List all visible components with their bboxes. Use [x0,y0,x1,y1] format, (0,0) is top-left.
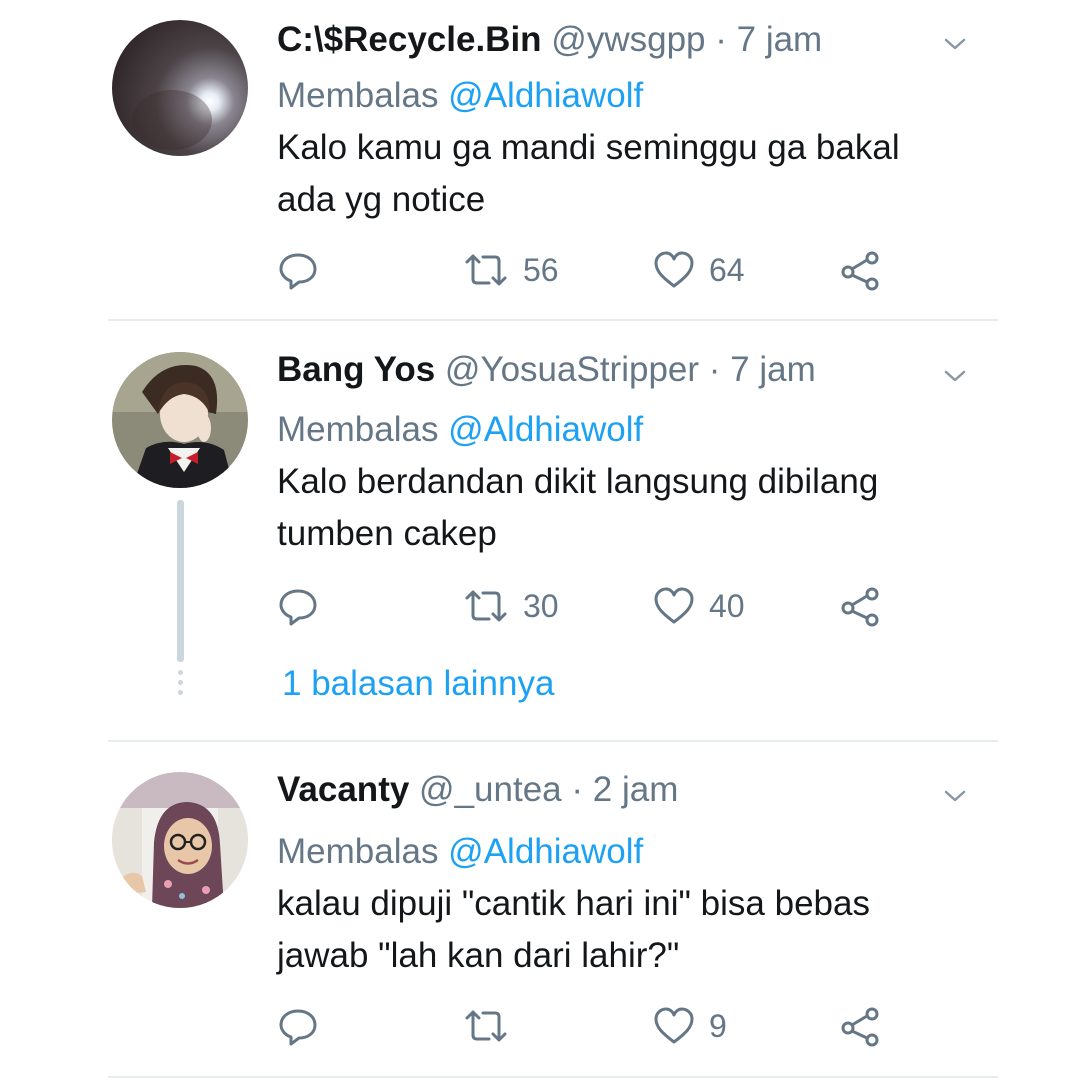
reply-prefix: Membalas [277,832,449,871]
display-name[interactable]: Vacanty [277,770,409,809]
like-count: 64 [709,252,745,288]
like-count: 9 [709,1008,727,1044]
reply-prefix: Membalas [277,410,449,449]
chevron-down-icon[interactable] [940,34,970,54]
retweet-count: 30 [523,588,559,624]
mention-link[interactable]: @Aldhiawolf [448,832,643,871]
separator-dot: · [708,350,721,389]
reply-button[interactable] [277,248,319,292]
retweet-icon [465,254,507,286]
avatar[interactable] [112,772,248,908]
tweet-text: kalau dipuji "cantik hari ini" bisa beba… [277,884,870,975]
mention-link[interactable]: @Aldhiawolf [448,410,643,449]
chevron-down-icon[interactable] [940,366,970,386]
tweet[interactable]: C:\$Recycle.Bin @ywsgpp · 7 jam Membalas… [0,0,1080,320]
separator-dot: · [715,20,727,59]
separator-dot: · [571,770,584,809]
reply-icon [279,1009,317,1046]
chevron-down-icon[interactable] [940,786,970,806]
reply-context: Membalas @Aldhiawolf [277,832,643,872]
reply-icon [279,589,317,626]
like-button[interactable]: 9 [653,1004,727,1048]
share-icon [841,587,879,627]
like-count: 40 [709,588,745,624]
timestamp[interactable]: 2 jam [593,770,679,809]
share-icon [841,1007,879,1047]
divider [108,319,998,321]
tweet-text: Kalo berdandan dikit langsung dibilang t… [277,462,879,553]
user-handle[interactable]: @YosuaStripper [445,350,699,389]
timestamp[interactable]: 7 jam [730,350,816,389]
thread-dot [178,690,183,695]
tweet-actions: 9 [277,1004,897,1048]
like-icon [654,1007,694,1044]
retweet-button[interactable]: 30 [463,584,559,628]
share-button[interactable] [839,1004,883,1048]
retweet-button[interactable]: 56 [463,248,559,292]
mention-link[interactable]: @Aldhiawolf [448,76,643,115]
share-button[interactable] [839,584,883,628]
reply-context: Membalas @Aldhiawolf [277,76,643,116]
reply-button[interactable] [277,1004,319,1048]
retweet-button[interactable] [463,1004,523,1048]
avatar[interactable] [112,352,248,488]
user-handle[interactable]: @_untea [419,770,562,809]
retweet-icon [465,590,507,622]
reply-prefix: Membalas [277,76,449,115]
tweet-actions: 30 40 [277,584,897,628]
like-icon [654,587,694,624]
share-button[interactable] [839,248,883,292]
display-name[interactable]: C:\$Recycle.Bin [277,20,542,59]
like-icon [654,251,694,288]
tweet-header: C:\$Recycle.Bin @ywsgpp · 7 jam [277,20,822,60]
display-name[interactable]: Bang Yos [277,350,435,389]
user-handle[interactable]: @ywsgpp [551,20,705,59]
share-icon [841,251,879,291]
tweet[interactable]: Bang Yos @YosuaStripper · 7 jam Membalas… [0,322,1080,740]
tweet-text: Kalo kamu ga mandi seminggu ga bakal ada… [277,128,900,219]
retweet-count: 56 [523,252,559,288]
like-button[interactable]: 40 [653,584,745,628]
tweet-header: Bang Yos @YosuaStripper · 7 jam [277,350,816,390]
avatar[interactable] [112,20,248,156]
reply-button[interactable] [277,584,319,628]
reply-icon [279,253,317,290]
thread-dot [178,680,183,685]
tweet-header: Vacanty @_untea · 2 jam [277,770,678,810]
more-replies-link[interactable]: 1 balasan lainnya [282,664,554,704]
reply-context: Membalas @Aldhiawolf [277,410,643,450]
divider [108,1076,998,1078]
timestamp[interactable]: 7 jam [737,20,823,59]
tweet[interactable]: Vacanty @_untea · 2 jam Membalas @Aldhia… [0,742,1080,1078]
retweet-icon [465,1010,507,1042]
thread-dot [178,670,183,675]
like-button[interactable]: 64 [653,248,745,292]
tweet-actions: 56 64 [277,248,897,292]
thread-line [177,500,184,662]
